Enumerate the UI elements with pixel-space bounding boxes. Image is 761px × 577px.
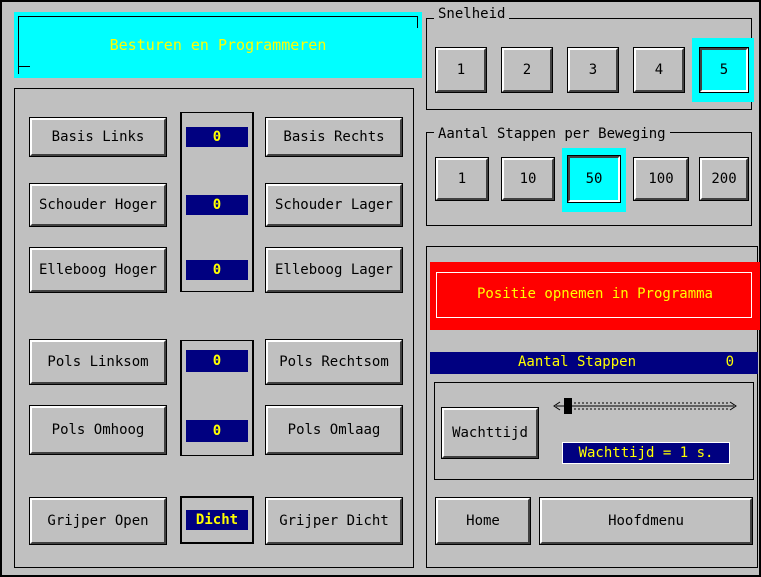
schouder-value: 0 [186, 195, 248, 215]
step-count-label: Aantal Stappen [518, 354, 637, 370]
step-count-bar: Aantal Stappen 0 [430, 352, 758, 374]
step-count-value: 0 [725, 354, 734, 370]
main-menu-button[interactable]: Hoofdmenu [539, 497, 753, 545]
wait-time-display: Wachttijd = 1 s. [562, 442, 730, 464]
elleboog-lager-button[interactable]: Elleboog Lager [265, 247, 403, 293]
pols-buiging-value: 0 [186, 420, 248, 442]
steps-option-100[interactable]: 100 [633, 157, 689, 201]
speed-option-2[interactable]: 2 [501, 47, 553, 93]
steps-option-10[interactable]: 10 [501, 157, 555, 201]
main-window: Besturen en Programmeren Basis Links 0 B… [0, 0, 761, 577]
wait-time-slider-track [553, 401, 737, 411]
basis-value: 0 [186, 127, 248, 147]
record-position-button[interactable]: Positie opnemen in Programma [430, 262, 760, 330]
speed-option-1[interactable]: 1 [435, 47, 487, 93]
wait-time-display-text: Wachttijd = 1 s. [578, 445, 714, 461]
elleboog-value: 0 [186, 260, 248, 280]
grijper-open-button[interactable]: Grijper Open [29, 497, 167, 545]
pols-rotatie-value: 0 [186, 350, 248, 372]
grijper-dicht-button[interactable]: Grijper Dicht [265, 497, 403, 545]
pols-omlaag-button[interactable]: Pols Omlaag [265, 405, 403, 455]
steps-option-1[interactable]: 1 [435, 157, 489, 201]
pols-omhoog-button[interactable]: Pols Omhoog [29, 405, 167, 455]
page-title: Besturen en Programmeren [109, 36, 327, 54]
wait-time-slider-thumb[interactable] [564, 398, 572, 414]
basis-rechts-button[interactable]: Basis Rechts [265, 117, 403, 157]
title-banner: Besturen en Programmeren [14, 12, 422, 78]
steps-option-200[interactable]: 200 [699, 157, 749, 201]
wait-time-slider[interactable] [552, 398, 738, 414]
grijper-state: Dicht [186, 510, 248, 530]
basis-links-button[interactable]: Basis Links [29, 117, 167, 157]
steps-legend: Aantal Stappen per Beweging [434, 126, 670, 142]
steps-option-50[interactable]: 50 [567, 155, 621, 203]
home-button[interactable]: Home [435, 497, 531, 545]
wait-time-button[interactable]: Wachttijd [441, 407, 539, 459]
speed-legend: Snelheid [434, 6, 510, 22]
pols-rechtsom-button[interactable]: Pols Rechtsom [265, 339, 403, 385]
schouder-hoger-button[interactable]: Schouder Hoger [29, 183, 167, 227]
speed-option-3[interactable]: 3 [567, 47, 619, 93]
record-position-label: Positie opnemen in Programma [476, 286, 713, 302]
speed-option-4[interactable]: 4 [633, 47, 685, 93]
elleboog-hoger-button[interactable]: Elleboog Hoger [29, 247, 167, 293]
speed-option-5[interactable]: 5 [699, 47, 749, 93]
schouder-lager-button[interactable]: Schouder Lager [265, 183, 403, 227]
pols-linksom-button[interactable]: Pols Linksom [29, 339, 167, 385]
